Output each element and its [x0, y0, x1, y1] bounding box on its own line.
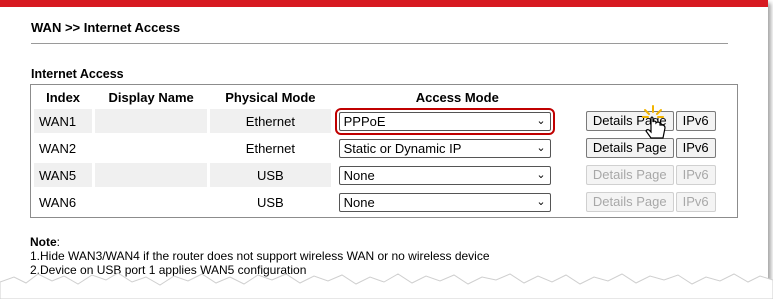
cell-physical-mode: Ethernet	[245, 140, 295, 156]
cell-access-mode: PPPoE ⌄	[334, 107, 581, 135]
access-mode-value: PPPoE	[343, 113, 386, 129]
cell-index: WAN5	[34, 163, 93, 187]
chevron-down-icon: ⌄	[536, 168, 546, 181]
cell-physical-mode: USB	[210, 163, 331, 187]
internet-access-table: Index Display Name Physical Mode Access …	[30, 84, 738, 218]
cell-index: WAN2	[39, 140, 77, 156]
ipv6-button-wan5: IPv6	[675, 165, 716, 185]
cell-actions: Details Page IPv6	[584, 190, 734, 214]
cell-index: WAN1	[34, 109, 93, 133]
torn-edge	[0, 272, 773, 299]
cell-access-mode: None ⌄	[334, 163, 581, 187]
note-title: Note:	[30, 235, 61, 249]
access-mode-select-wan5[interactable]: None ⌄	[338, 165, 551, 185]
ipv6-button-wan1[interactable]: IPv6	[675, 111, 716, 131]
access-mode-value: Static or Dynamic IP	[343, 140, 462, 156]
cell-display-name	[95, 136, 207, 160]
ipv6-button-wan2[interactable]: IPv6	[675, 138, 716, 158]
details-page-button-wan5: Details Page	[585, 165, 674, 185]
cell-display-name	[95, 163, 208, 187]
access-mode-select-wan1[interactable]: PPPoE ⌄	[334, 107, 555, 135]
cell-index: WAN6	[39, 194, 77, 210]
table-row-wan5: WAN5 USB None ⌄ Details Page IPv6	[34, 163, 734, 187]
chevron-down-icon: ⌄	[536, 114, 546, 127]
access-mode-select-wan6[interactable]: None ⌄	[338, 192, 551, 212]
hand-pointer-icon	[642, 105, 666, 139]
table-row-wan2: WAN2 Ethernet Static or Dynamic IP ⌄ Det…	[34, 136, 734, 160]
header-display-name: Display Name	[108, 89, 194, 105]
section-title: Internet Access	[31, 67, 124, 81]
chevron-down-icon: ⌄	[536, 141, 546, 154]
ipv6-button-wan6: IPv6	[675, 192, 716, 212]
access-mode-value: None	[343, 194, 375, 210]
table-header-row: Index Display Name Physical Mode Access …	[34, 88, 734, 106]
cell-physical-mode: USB	[257, 194, 284, 210]
details-page-button-wan6: Details Page	[585, 192, 674, 212]
access-mode-value: None	[343, 167, 375, 183]
table-row-wan1: WAN1 Ethernet PPPoE ⌄ Details Page IPv6	[34, 107, 734, 135]
breadcrumb: WAN >> Internet Access	[31, 20, 181, 35]
header-access-mode: Access Mode	[415, 89, 499, 105]
cell-access-mode: None ⌄	[334, 190, 581, 214]
cell-actions: Details Page IPv6	[584, 163, 734, 187]
brand-bar	[0, 0, 768, 7]
table-row-wan6: WAN6 USB None ⌄ Details Page IPv6	[34, 190, 734, 214]
chevron-down-icon: ⌄	[536, 195, 546, 208]
cell-physical-mode: Ethernet	[210, 109, 331, 133]
cell-display-name	[95, 190, 207, 214]
details-page-button-wan2[interactable]: Details Page	[585, 138, 674, 158]
divider	[31, 43, 728, 44]
access-mode-select-wan2[interactable]: Static or Dynamic IP ⌄	[338, 138, 551, 158]
header-physical-mode: Physical Mode	[225, 89, 316, 105]
cell-display-name	[95, 109, 208, 133]
cell-access-mode: Static or Dynamic IP ⌄	[334, 136, 581, 160]
header-index: Index	[46, 89, 81, 105]
